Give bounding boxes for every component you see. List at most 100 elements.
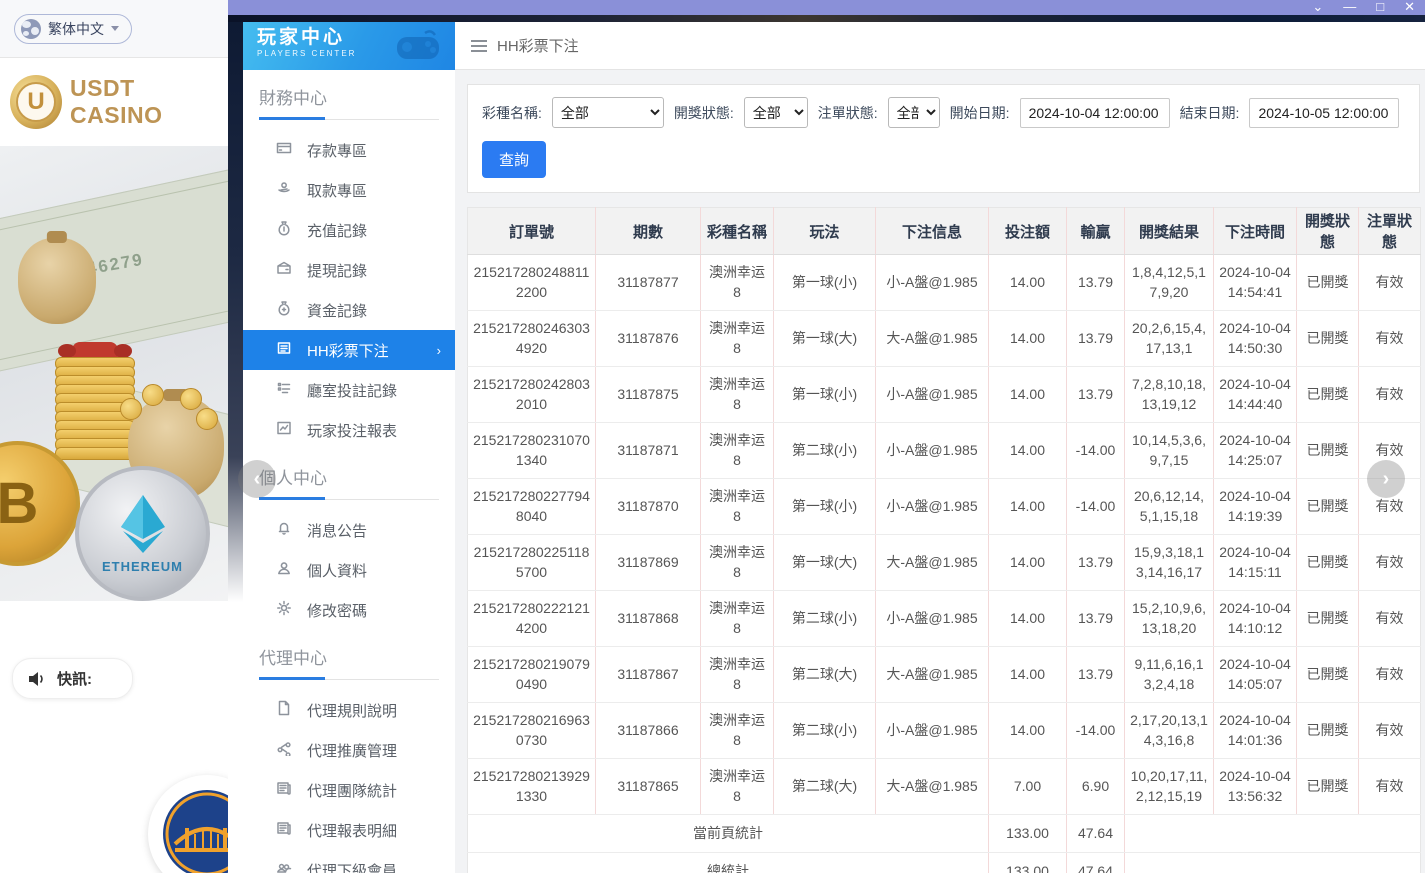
table-cell: 第二球(大) [774, 647, 876, 703]
bets-table: 訂單號期數彩種名稱玩法下注信息投注額輸贏開獎結果下注時間開獎狀態注單狀態 215… [467, 207, 1421, 873]
column-header-開獎結果: 開獎結果 [1125, 208, 1214, 255]
column-header-訂單號: 訂單號 [468, 208, 596, 255]
table-cell: 7.00 [989, 759, 1067, 815]
table-cell: 2152172802488112200 [468, 255, 596, 311]
sidebar-item-修改密碼[interactable]: 修改密碼 [243, 590, 455, 630]
order-status-select[interactable]: 全部 [888, 97, 940, 128]
table-cell: 2024-10-04 14:05:07 [1214, 647, 1297, 703]
sidebar-item-label: 代理規則說明 [307, 700, 397, 721]
table-row: 215217280222121420031187868澳洲幸运8第二球(小)小-… [468, 591, 1421, 647]
table-cell: 1,8,4,12,5,17,9,20 [1125, 255, 1214, 311]
table-cell: 第一球(小) [774, 255, 876, 311]
query-button[interactable]: 查詢 [482, 141, 546, 178]
caret-down-icon [111, 26, 119, 31]
table-cell: 10,20,17,11,2,12,15,19 [1125, 759, 1214, 815]
sidebar-item-label: 代理報表明細 [307, 820, 397, 841]
sidebar-item-資金記錄[interactable]: 資金記錄 [243, 290, 455, 330]
section-underline [259, 677, 439, 680]
sidebar-item-廳室投註記錄[interactable]: 廳室投註記錄 [243, 370, 455, 410]
total-win-amount: 47.64 [1067, 815, 1125, 853]
sidebar-item-存款專區[interactable]: 存款專區 [243, 130, 455, 170]
table-cell: 2,17,20,13,14,3,16,8 [1125, 703, 1214, 759]
sidebar-item-label: 代理推廣管理 [307, 740, 397, 761]
table-cell: 14.00 [989, 703, 1067, 759]
table-cell: 澳洲幸运8 [701, 479, 774, 535]
end-date-input[interactable] [1249, 98, 1399, 128]
table-cell: 2152172802277948040 [468, 479, 596, 535]
site-logo[interactable]: U USDT CASINO [0, 58, 228, 146]
total-row: 當前頁統計133.0047.64 [468, 815, 1421, 853]
start-date-input[interactable] [1020, 98, 1170, 128]
maximize-icon[interactable]: □ [1376, 2, 1384, 14]
table-cell: -14.00 [1067, 703, 1125, 759]
column-header-期數: 期數 [596, 208, 701, 255]
sidebar-item-玩家投注報表[interactable]: 玩家投注報表 [243, 410, 455, 450]
carousel-right-button[interactable]: › [1367, 460, 1405, 498]
total-bet-amount: 133.00 [989, 853, 1067, 873]
table-cell: 15,9,3,18,13,14,16,17 [1125, 535, 1214, 591]
total-bet-amount: 133.00 [989, 815, 1067, 853]
sidebar-item-代理規則說明[interactable]: 代理規則說明 [243, 690, 455, 730]
table-header-row: 訂單號期數彩種名稱玩法下注信息投注額輸贏開獎結果下注時間開獎狀態注單狀態 [468, 208, 1421, 255]
sidebar-item-個人資料[interactable]: 個人資料 [243, 550, 455, 590]
table-cell: 31187875 [596, 367, 701, 423]
table-cell: 有效 [1359, 255, 1421, 311]
section-underline [259, 497, 439, 500]
sidebar-item-label: 充值記錄 [307, 220, 367, 241]
table-cell: 小-A盤@1.985 [876, 591, 989, 647]
gold-coin-icon [180, 388, 202, 410]
money-bag-graphic [18, 238, 96, 324]
news-ticker[interactable]: 快訊: [12, 658, 133, 699]
sidebar-item-取款專區[interactable]: 取款專區 [243, 170, 455, 210]
start-date-label: 開始日期: [950, 103, 1010, 123]
language-selector[interactable]: 繁体中文 [14, 14, 132, 44]
table-row: 215217280242803201031187875澳洲幸运8第一球(小)小-… [468, 367, 1421, 423]
table-cell: 第一球(小) [774, 367, 876, 423]
team-logo-button[interactable] [148, 775, 228, 873]
table-cell: 2152172802428032010 [468, 367, 596, 423]
sidebar-item-提現記錄[interactable]: 提現記錄 [243, 250, 455, 290]
table-cell: 澳洲幸运8 [701, 759, 774, 815]
table-cell: 2152172802139291330 [468, 759, 596, 815]
table-cell: 2024-10-04 14:10:12 [1214, 591, 1297, 647]
hall-record-icon [276, 380, 292, 401]
table-cell: 第二球(小) [774, 591, 876, 647]
lottery-name-select[interactable]: 全部 [552, 97, 664, 128]
sidebar-item-label: 取款專區 [307, 180, 367, 201]
logo-text: USDT CASINO [70, 75, 228, 129]
sidebar-item-label: 個人資料 [307, 560, 367, 581]
table-cell: 31187870 [596, 479, 701, 535]
bell-icon [276, 520, 292, 541]
carousel-left-button[interactable]: ‹ [238, 460, 276, 498]
column-header-玩法: 玩法 [774, 208, 876, 255]
sidebar-item-代理團隊統計[interactable]: 代理團隊統計 [243, 770, 455, 810]
sidebar-item-消息公告[interactable]: 消息公告 [243, 510, 455, 550]
chevron-down-icon[interactable]: ⌄ [1312, 2, 1323, 14]
language-bar: 繁体中文 [0, 0, 228, 58]
sidebar-item-代理推廣管理[interactable]: 代理推廣管理 [243, 730, 455, 770]
sidebar-item-代理下級會員[interactable]: 代理下級會員 [243, 850, 455, 873]
draw-status-label: 開獎狀態: [674, 103, 734, 123]
close-icon[interactable]: ✕ [1404, 2, 1415, 14]
people-icon [276, 860, 292, 873]
table-cell: 15,2,10,9,6,13,18,20 [1125, 591, 1214, 647]
table-cell: 已開獎 [1297, 647, 1359, 703]
gold-coin-icon [120, 398, 142, 420]
table-cell: -14.00 [1067, 479, 1125, 535]
draw-status-select[interactable]: 全部 [744, 97, 808, 128]
player-center-window: ⌄—□✕ 玩家中心 PLAYERS CENTER 財務中心存款專區取款專 [228, 0, 1425, 873]
table-cell: 第二球(小) [774, 703, 876, 759]
minimize-icon[interactable]: — [1343, 2, 1356, 14]
total-empty-cell [1125, 815, 1421, 853]
table-cell: 20,6,12,14,5,1,15,18 [1125, 479, 1214, 535]
hamburger-menu-icon[interactable] [471, 40, 487, 52]
sidebar-item-label: 廳室投註記錄 [307, 380, 397, 401]
sidebar-item-代理報表明細[interactable]: 代理報表明細 [243, 810, 455, 850]
sidebar-item-充值記錄[interactable]: 充值記錄 [243, 210, 455, 250]
language-label: 繁体中文 [48, 19, 104, 39]
sidebar-item-label: 代理下級會員 [307, 860, 397, 873]
table-cell: 大-A盤@1.985 [876, 535, 989, 591]
table-cell: 31187865 [596, 759, 701, 815]
table-row: 215217280231070134031187871澳洲幸运8第二球(小)小-… [468, 423, 1421, 479]
sidebar-item-HH彩票下注[interactable]: HH彩票下注› [243, 330, 455, 370]
